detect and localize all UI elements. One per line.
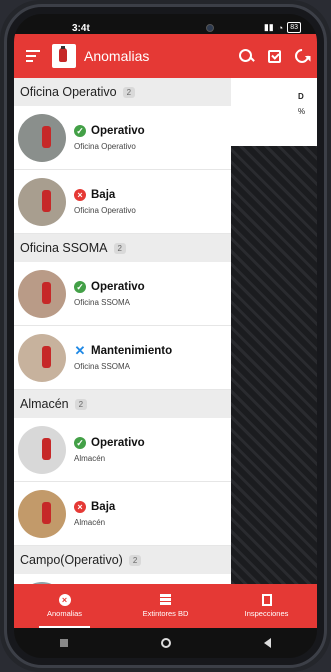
section-header: Oficina Operativo 2 bbox=[14, 78, 231, 106]
extinguisher-shape bbox=[42, 125, 51, 148]
location-label: Oficina Operativo bbox=[74, 205, 136, 215]
location-label: Oficina SSOMA bbox=[74, 361, 131, 371]
section-count-badge: 2 bbox=[74, 398, 88, 410]
nav-label: Extintores BD bbox=[142, 609, 189, 618]
section-title: Almacén bbox=[20, 397, 69, 411]
status-label: Mantenimiento bbox=[91, 344, 173, 357]
status-line: × Baja bbox=[74, 188, 136, 201]
list-item[interactable]: × Baja Oficina Operativo bbox=[14, 170, 231, 234]
partial-card-sub: % bbox=[298, 107, 306, 116]
status-line: ✕ Mantenimiento bbox=[74, 342, 173, 358]
nav-item-inspecciones[interactable]: Inspecciones bbox=[216, 584, 317, 628]
screen: 3:4t ▮▮ ◔ 83 Anomalias Oficina Operativo… bbox=[14, 14, 317, 658]
status-line: ✓ Operativo bbox=[74, 124, 145, 137]
app-bar: Anomalias bbox=[14, 34, 317, 78]
refresh-icon[interactable] bbox=[292, 46, 312, 66]
bottom-navigation: × Anomalias Extintores BD Inspecciones bbox=[14, 584, 317, 628]
item-text: ✕ Mantenimiento Oficina SSOMA bbox=[74, 342, 173, 371]
extinguisher-photo bbox=[18, 177, 66, 226]
status-time: 3:4t bbox=[72, 23, 90, 34]
location-label: Oficina Operativo bbox=[74, 141, 136, 151]
menu-icon[interactable] bbox=[26, 50, 40, 62]
extinguisher-photo bbox=[18, 425, 66, 474]
tools-icon: ✕ bbox=[74, 342, 86, 358]
appbar-actions bbox=[238, 46, 312, 66]
app-title: Anomalias bbox=[84, 48, 150, 64]
battery-icon: 83 bbox=[287, 22, 301, 33]
list-item[interactable]: ✓ Operativo Oficina Operativo bbox=[14, 106, 231, 170]
item-text: × Baja Oficina Operativo bbox=[74, 188, 136, 215]
extinguisher-shape bbox=[42, 437, 51, 460]
status-line: ✓ Operativo bbox=[74, 436, 145, 449]
extinguisher-shape bbox=[42, 345, 51, 368]
database-icon bbox=[160, 594, 171, 606]
status-label: Baja bbox=[91, 188, 116, 201]
status-label: Operativo bbox=[91, 436, 145, 449]
status-label: Operativo bbox=[91, 280, 145, 293]
app-logo bbox=[52, 44, 76, 68]
wifi-icon: ◔ bbox=[277, 22, 284, 33]
section-header: Oficina SSOMA 2 bbox=[14, 234, 231, 262]
status-icons: ▮▮ ◔ 83 bbox=[264, 22, 301, 33]
extinguisher-photo bbox=[18, 113, 66, 162]
partial-card-title: D bbox=[298, 92, 304, 101]
section-title: Oficina SSOMA bbox=[20, 241, 108, 255]
list-item[interactable]: ✓ Operativo Oficina SSOMA bbox=[14, 262, 231, 326]
check-circle-icon: ✓ bbox=[74, 124, 86, 137]
maze-pattern bbox=[231, 146, 317, 584]
recents-icon[interactable] bbox=[60, 639, 69, 647]
signal-icon: ▮▮ bbox=[263, 22, 274, 32]
status-line: ✓ Operativo bbox=[74, 280, 145, 293]
x-circle-icon: × bbox=[74, 500, 86, 513]
location-label: Oficina SSOMA bbox=[74, 297, 131, 307]
x-circle-icon: × bbox=[58, 594, 71, 606]
list-item[interactable]: ✓Operativo bbox=[14, 574, 231, 584]
extinguisher-shape bbox=[42, 189, 51, 212]
check-circle-icon: ✓ bbox=[74, 280, 86, 293]
section-header: Campo(Operativo) 2 bbox=[14, 546, 231, 574]
list-item[interactable]: × Baja Almacén bbox=[14, 482, 231, 546]
section-title: Campo(Operativo) bbox=[20, 553, 123, 567]
nav-label: Inspecciones bbox=[244, 609, 289, 618]
nav-item-anomalias[interactable]: × Anomalias bbox=[14, 584, 115, 628]
anomalies-list[interactable]: Oficina Operativo 2 ✓ Operativo Oficina Oper… bbox=[14, 78, 231, 584]
status-line: × Baja bbox=[74, 500, 116, 513]
section-count-badge: 2 bbox=[113, 242, 126, 254]
extinguisher-photo bbox=[18, 333, 66, 382]
list-item[interactable]: ✓ Operativo Almacén bbox=[14, 418, 231, 482]
section-count-badge: 2 bbox=[122, 86, 136, 98]
status-label: Baja bbox=[91, 500, 116, 513]
background-panel: D % bbox=[231, 78, 317, 584]
extinguisher-photo bbox=[18, 269, 66, 318]
check-circle-icon: ✓ bbox=[74, 436, 86, 449]
extinguisher-shape bbox=[42, 501, 51, 524]
status-label: Operativo bbox=[91, 124, 145, 137]
back-icon[interactable] bbox=[263, 638, 271, 648]
list-item[interactable]: ✕ Mantenimiento Oficina SSOMA bbox=[14, 326, 231, 390]
location-label: Almacén bbox=[74, 517, 106, 527]
section-header: Almacén 2 bbox=[14, 390, 231, 418]
item-text: ✓ Operativo Oficina Operativo bbox=[74, 124, 145, 151]
search-icon[interactable] bbox=[238, 48, 254, 64]
section-title: Oficina Operativo bbox=[20, 85, 117, 99]
item-text: × Baja Almacén bbox=[74, 500, 116, 527]
partial-card: D % bbox=[231, 78, 317, 146]
item-text: ✓ Operativo Oficina SSOMA bbox=[74, 280, 145, 307]
document-search-icon bbox=[261, 594, 272, 606]
home-icon[interactable] bbox=[160, 638, 171, 648]
item-text: ✓ Operativo Almacén bbox=[74, 436, 145, 463]
extinguisher-shape bbox=[42, 281, 51, 304]
nav-item-extintores-bd[interactable]: Extintores BD bbox=[115, 584, 216, 628]
location-label: Almacén bbox=[74, 453, 106, 463]
x-circle-icon: × bbox=[74, 188, 86, 201]
nav-label: Anomalias bbox=[46, 609, 83, 618]
phone-frame: 3:4t ▮▮ ◔ 83 Anomalias Oficina Operativo… bbox=[0, 0, 331, 672]
extinguisher-photo bbox=[18, 489, 66, 538]
checkbox-icon[interactable] bbox=[268, 49, 281, 63]
camera-icon bbox=[206, 24, 214, 32]
section-count-badge: 2 bbox=[128, 554, 142, 566]
system-nav-bar bbox=[14, 628, 317, 658]
